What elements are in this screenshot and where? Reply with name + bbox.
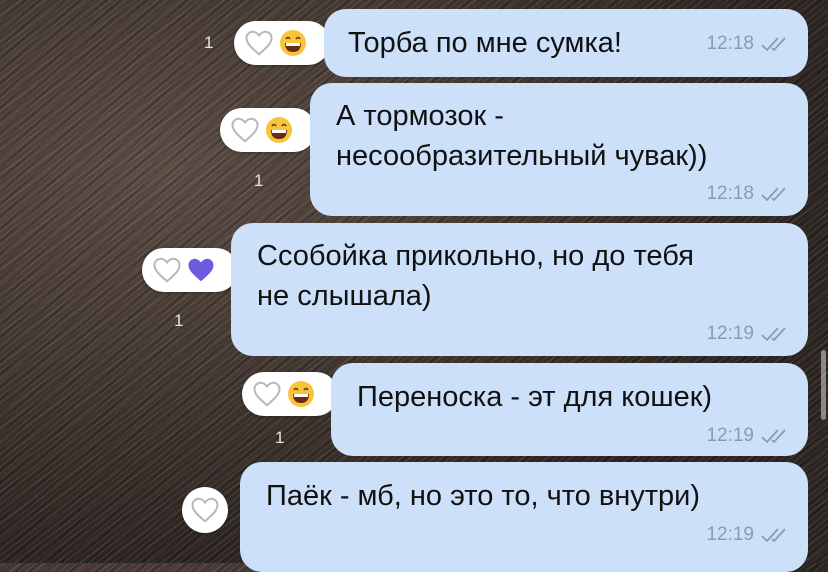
message-bubble-4[interactable]: Переноска - эт для кошек) 12:19	[331, 363, 808, 456]
heart-outline-icon[interactable]	[190, 496, 220, 524]
message-bubble-1[interactable]: Торба по мне сумка! 12:18	[324, 9, 808, 77]
reaction-circle-5[interactable]	[182, 487, 228, 533]
laugh-emoji-icon	[288, 381, 314, 407]
reaction-pill-2[interactable]	[220, 108, 316, 152]
message-time: 12:19	[706, 425, 754, 446]
message-bubble-3[interactable]: Ссобойка прикольно, но до тебя не слышал…	[231, 223, 808, 356]
double-check-icon	[761, 429, 786, 444]
message-text: А тормозок - несообразительный чувак))	[336, 100, 708, 172]
reaction-pill-3[interactable]	[142, 248, 238, 292]
message-bubble-5[interactable]: Паёк - мб, но это то, что внутри) 12:19	[240, 462, 808, 572]
message-time: 12:18	[706, 33, 754, 54]
message-meta: 12:18	[706, 183, 790, 205]
reaction-count-2: 1	[254, 171, 264, 190]
reaction-count-4: 1	[275, 428, 285, 447]
double-check-icon	[761, 37, 786, 52]
double-check-icon	[761, 528, 786, 543]
reaction-count-3: 1	[174, 311, 184, 330]
message-time: 12:19	[706, 323, 754, 344]
message-meta: 12:18	[706, 33, 790, 55]
message-meta: 12:19	[706, 524, 790, 546]
message-bubble-2[interactable]: А тормозок - несообразительный чувак)) 1…	[310, 83, 808, 216]
message-text: Торба по мне сумка!	[348, 27, 622, 59]
laugh-emoji-icon	[280, 30, 306, 56]
heart-outline-icon[interactable]	[152, 256, 182, 284]
heart-outline-icon[interactable]	[244, 29, 274, 57]
reaction-count-1: 1	[204, 33, 214, 52]
message-meta: 12:19	[706, 323, 790, 345]
purple-heart-icon	[188, 258, 214, 282]
message-text: Переноска - эт для кошек)	[357, 381, 713, 413]
heart-outline-icon[interactable]	[252, 380, 282, 408]
heart-outline-icon[interactable]	[230, 116, 260, 144]
message-time: 12:19	[706, 524, 754, 545]
double-check-icon	[761, 187, 786, 202]
reaction-pill-1[interactable]	[234, 21, 330, 65]
message-text: Ссобойка прикольно, но до тебя не слышал…	[257, 240, 694, 312]
reaction-pill-4[interactable]	[242, 372, 338, 416]
message-text: Паёк - мб, но это то, что внутри)	[266, 480, 701, 512]
laugh-emoji-icon	[266, 117, 292, 143]
scrollbar[interactable]	[821, 350, 826, 420]
double-check-icon	[761, 327, 786, 342]
message-meta: 12:19	[706, 425, 790, 447]
message-time: 12:18	[706, 183, 754, 204]
